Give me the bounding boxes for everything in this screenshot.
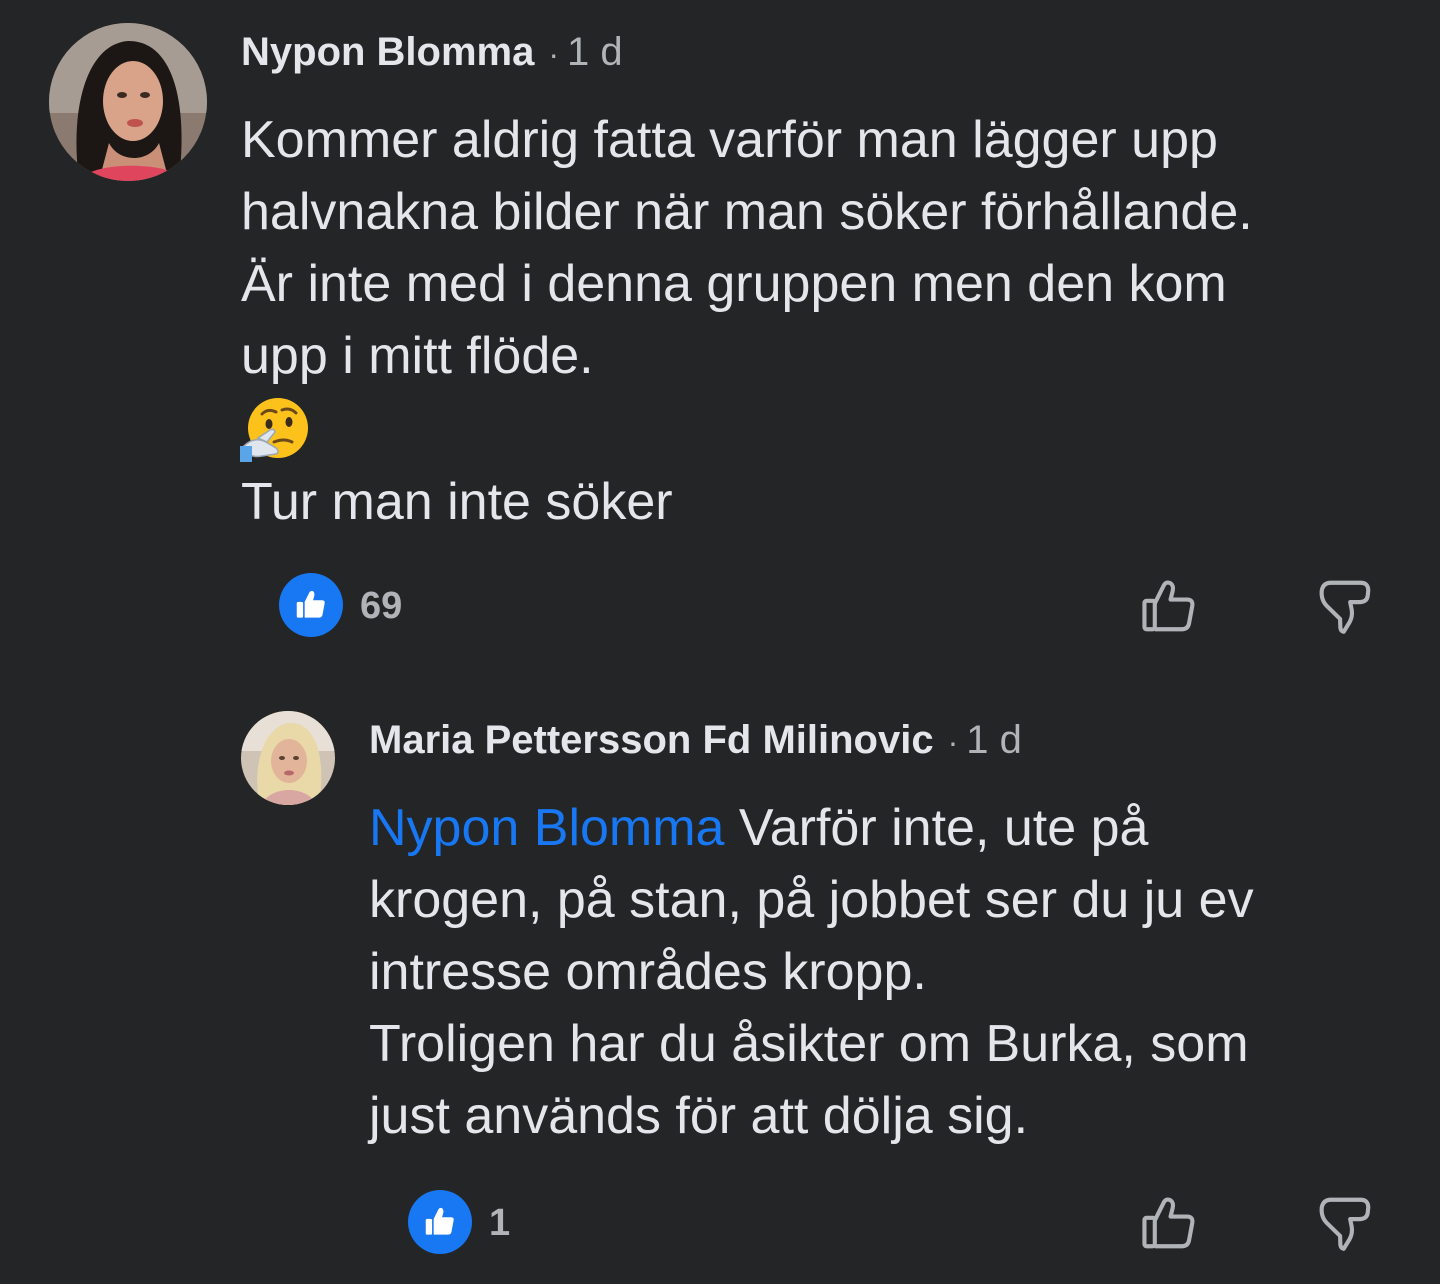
separator-dot: ·: [947, 724, 959, 760]
comment-timestamp[interactable]: 1 d: [567, 30, 623, 75]
separator-dot: ·: [548, 36, 560, 72]
reply-first-line: Nypon Blomma Varför inte, ute på: [369, 792, 1254, 864]
reply-header: Maria Pettersson Fd Milinovic · 1 d: [369, 718, 1022, 763]
upvote-button[interactable]: [1136, 573, 1202, 639]
comment-line: Kommer aldrig fatta varför man lägger up…: [241, 111, 1218, 169]
downvote-button[interactable]: [1312, 1190, 1378, 1256]
reply-reaction-count[interactable]: 1: [489, 1202, 510, 1245]
reply-body: Nypon Blomma Varför inte, ute på krogen,…: [369, 792, 1254, 1152]
thinking-face-icon: [240, 394, 310, 464]
comment-reaction-count[interactable]: 69: [360, 585, 402, 628]
comment-line: halvnakna bilder när man söker förhållan…: [241, 183, 1253, 241]
reply-line: intresse områdes kropp.: [369, 943, 927, 1001]
like-icon[interactable]: [408, 1190, 472, 1254]
reply-text: Varför inte, ute på: [724, 799, 1149, 857]
downvote-button[interactable]: [1312, 573, 1378, 639]
mention-link[interactable]: Nypon Blomma: [369, 799, 724, 857]
upvote-button[interactable]: [1136, 1190, 1202, 1256]
thumbs-down-outline-icon: [1319, 580, 1371, 634]
thumbs-up-outline-icon: [1142, 580, 1195, 632]
avatar-nypon-blomma[interactable]: [49, 23, 207, 181]
comment-line: Tur man inte söker: [241, 473, 673, 531]
thumbs-down-outline-icon: [1319, 1197, 1371, 1251]
comment-header: Nypon Blomma · 1 d: [241, 30, 623, 75]
reply-timestamp[interactable]: 1 d: [966, 718, 1022, 763]
reply-author-name[interactable]: Maria Pettersson Fd Milinovic: [369, 718, 934, 763]
reply-line: Troligen har du åsikter om Burka, som: [369, 1015, 1249, 1073]
comment-line: upp i mitt flöde.: [241, 327, 594, 385]
reply-line: krogen, på stan, på jobbet ser du ju ev: [369, 871, 1254, 929]
comment-body: Kommer aldrig fatta varför man lägger up…: [241, 104, 1253, 392]
comment-author-name[interactable]: Nypon Blomma: [241, 30, 534, 75]
like-icon[interactable]: [279, 573, 343, 637]
comment-line: Är inte med i denna gruppen men den kom: [241, 255, 1227, 313]
comment-last-line: Tur man inte söker: [241, 466, 673, 538]
reply-line: just används för att dölja sig.: [369, 1087, 1029, 1145]
thumbs-up-outline-icon: [1142, 1197, 1195, 1249]
avatar-maria-pettersson[interactable]: [241, 711, 335, 805]
